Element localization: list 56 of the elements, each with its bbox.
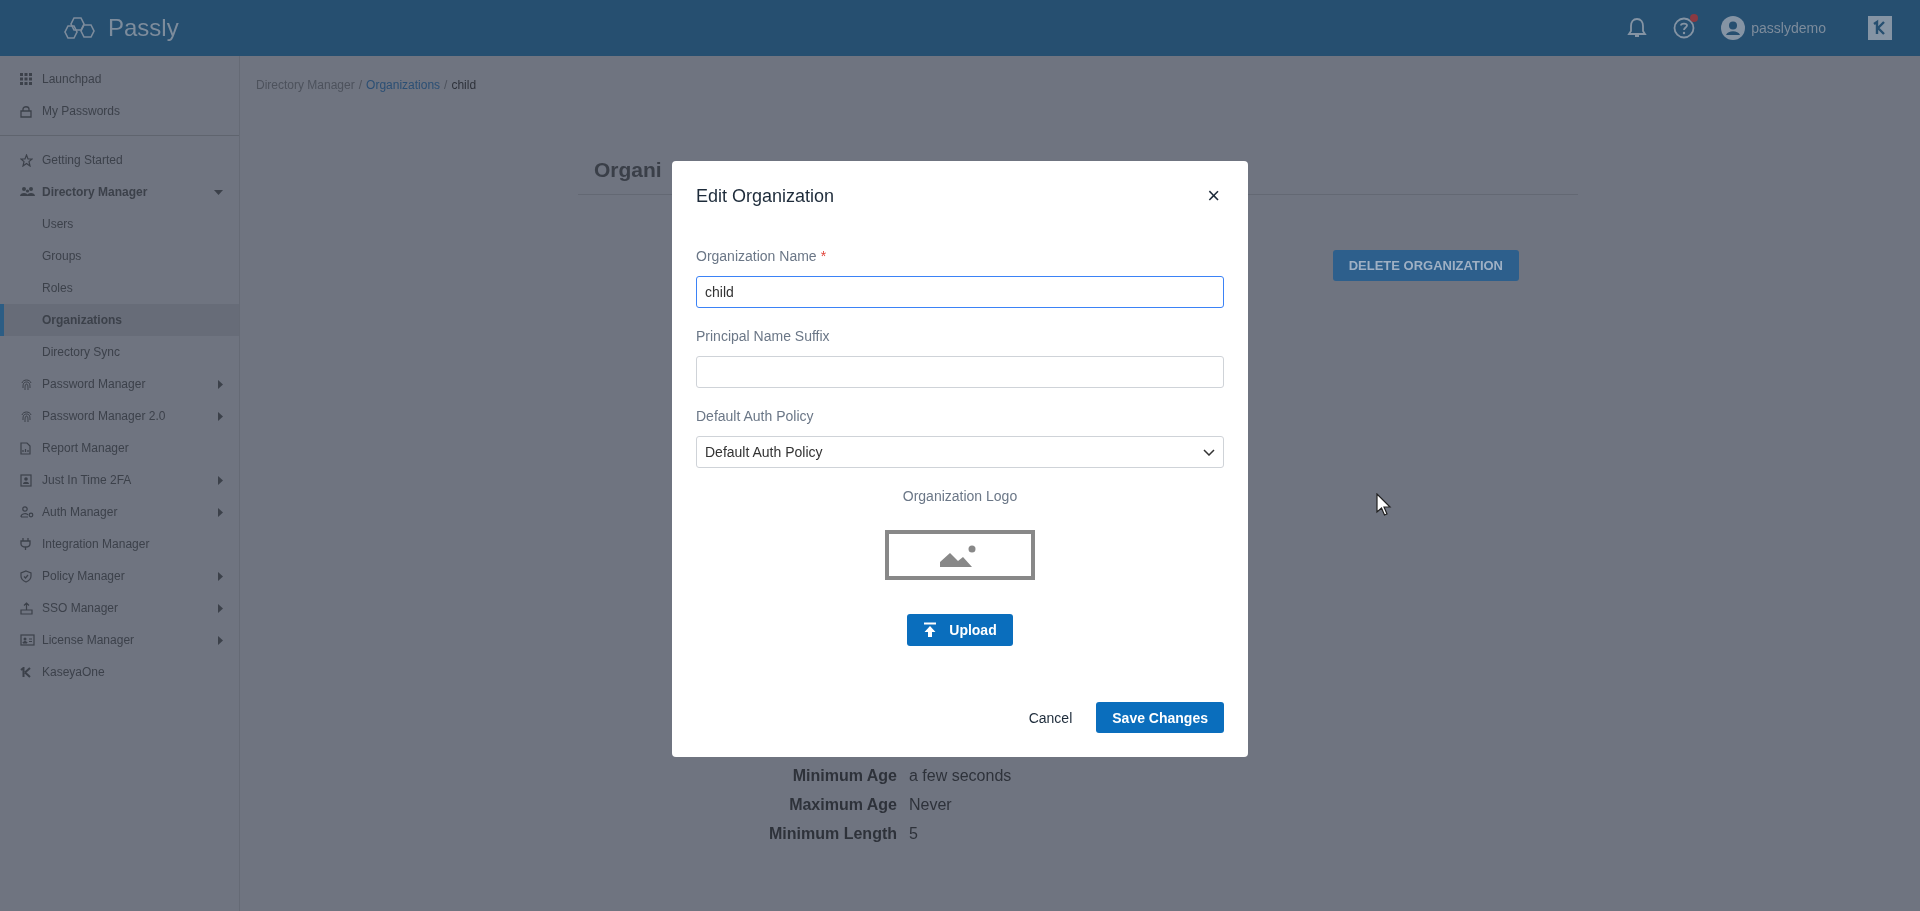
detail-value: a few seconds: [909, 767, 1012, 785]
fingerprint-icon: [20, 409, 33, 423]
mouse-cursor-icon: [1376, 493, 1392, 517]
upload-button[interactable]: Upload: [907, 614, 1013, 646]
logo-label: Organization Logo: [902, 488, 1018, 504]
cancel-button[interactable]: Cancel: [1028, 702, 1073, 733]
id-card-icon: [20, 634, 35, 646]
k-logo-icon[interactable]: [1868, 16, 1892, 40]
detail-label: Maximum Age: [788, 796, 897, 814]
k-logo-icon: [20, 666, 33, 678]
caret-down-icon: [214, 189, 223, 195]
star-icon: [20, 153, 33, 167]
breadcrumb-separator: /: [358, 78, 363, 92]
plug-icon: [20, 537, 31, 551]
close-button[interactable]: ×: [1203, 185, 1224, 207]
field-label: Default Auth Policy: [696, 408, 815, 424]
caret-right-icon: [218, 411, 223, 421]
chevron-down-icon: [1203, 448, 1215, 456]
caret-right-icon: [218, 635, 223, 645]
user-name[interactable]: passlydemo: [1751, 20, 1826, 36]
detail-label: Minimum Length: [768, 825, 897, 843]
dropdown-field[interactable]: Default Auth Policy: [696, 436, 1224, 468]
dialog-title: Edit Organization: [696, 185, 835, 207]
input-field[interactable]: child: [696, 276, 1224, 308]
fingerprint-icon: [20, 377, 33, 391]
caret-right-icon: [218, 379, 223, 389]
document-icon: [20, 441, 31, 455]
breadcrumb-link[interactable]: Organizations: [366, 78, 441, 92]
detail-label: Minimum Age: [791, 767, 897, 785]
people-icon: [20, 186, 35, 198]
upload-icon: [923, 622, 938, 638]
detail-value: Never: [909, 796, 952, 814]
breadcrumb-separator: /: [444, 78, 448, 92]
caret-right-icon: [218, 571, 223, 581]
breadcrumb-item: child: [451, 78, 477, 92]
caret-right-icon: [218, 507, 223, 517]
upload-tray-icon: [20, 601, 33, 615]
detail-value: 5: [909, 825, 918, 843]
caret-right-icon: [218, 603, 223, 613]
save-button[interactable]: Save Changes: [1096, 702, 1224, 733]
image-placeholder-icon: [885, 530, 1035, 580]
input-field[interactable]: [696, 356, 1224, 388]
user-key-icon: [20, 506, 34, 518]
help-icon[interactable]: [1673, 17, 1696, 39]
grid-icon: [20, 73, 32, 85]
lock-icon: [20, 104, 32, 118]
field-label: Organization Name *: [696, 248, 828, 264]
page-title: Organi: [594, 158, 663, 182]
id-badge-icon: [20, 473, 32, 487]
bell-icon[interactable]: [1627, 17, 1648, 39]
caret-right-icon: [218, 475, 223, 485]
avatar-icon[interactable]: [1721, 16, 1746, 40]
delete-organization-button[interactable]: DELETE ORGANIZATION: [1332, 250, 1519, 281]
shield-icon: [20, 569, 32, 583]
field-label: Principal Name Suffix: [696, 328, 831, 344]
brand-name: Passly: [108, 14, 179, 42]
